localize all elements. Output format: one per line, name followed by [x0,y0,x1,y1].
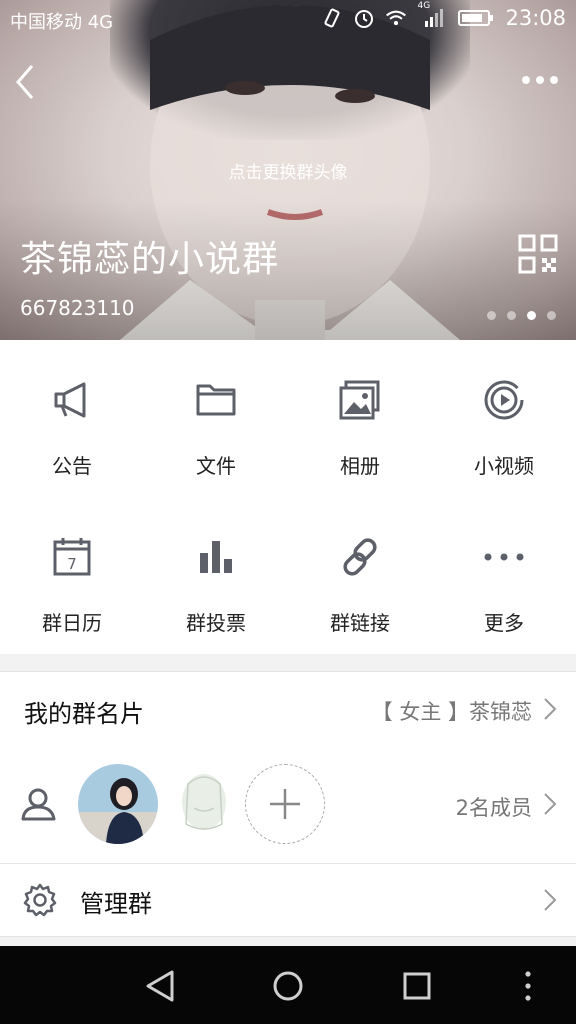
feature-short-video[interactable]: 小视频 [432,340,576,480]
system-navigation-bar [0,946,576,1024]
feature-label: 群链接 [330,611,390,635]
feature-label: 相册 [340,454,380,478]
vibrate-icon [321,7,343,29]
feature-group-vote[interactable]: 群投票 [144,497,288,637]
megaphone-icon [54,382,86,418]
carousel-dot-active [527,311,536,320]
feature-label: 更多 [484,611,524,635]
alarm-icon [353,7,375,29]
feature-label: 公告 [52,454,92,478]
recent-apps-icon[interactable] [399,968,435,1004]
menu-dots-icon[interactable] [510,968,546,1004]
change-group-avatar-link[interactable]: 点击更换群头像 [0,158,576,183]
home-circle-icon[interactable] [270,968,306,1004]
qr-code-icon[interactable] [518,234,558,274]
member-avatar[interactable] [78,764,158,844]
album-icon [339,380,380,420]
back-icon[interactable] [10,62,42,102]
feature-label: 群日历 [42,611,102,635]
my-group-card-value: 【 女主 】茶锦蕊 [371,700,532,724]
add-member-button[interactable] [245,764,325,844]
feature-album[interactable]: 相册 [288,340,432,480]
chevron-right-icon [544,698,557,720]
plus-icon [270,789,300,819]
my-group-card-title: 我的群名片 [24,700,144,728]
back-triangle-icon[interactable] [142,968,178,1004]
members-icon [21,788,56,821]
video-play-icon [484,380,524,420]
carousel-dot [487,311,496,320]
calendar-day: 7 [67,555,77,573]
feature-group-calendar[interactable]: 7 群日历 [0,497,144,637]
feature-label: 群投票 [186,611,246,635]
calendar-icon: 7 [53,538,91,576]
manage-group-title: 管理群 [80,890,152,918]
feature-announcement[interactable]: 公告 [0,340,144,480]
feature-label: 文件 [196,454,236,478]
chevron-right-icon [544,889,557,911]
wifi-icon [385,7,407,29]
chevron-right-icon [544,793,557,815]
carousel-dot [547,311,556,320]
member-avatar[interactable] [162,764,242,844]
my-group-card-row[interactable]: 我的群名片 【 女主 】茶锦蕊 [0,671,576,747]
feature-group-link[interactable]: 群链接 [288,497,432,637]
carrier-label: 中国移动 4G [10,12,114,33]
feature-more[interactable]: 更多 [432,497,576,637]
status-bar: 中国移动 4G 4G 23:08 [0,0,576,40]
link-icon [343,538,377,576]
members-row[interactable]: 2名成员 [0,746,576,864]
status-time: 23:08 [505,6,566,30]
signal-icon: 4G [417,1,447,29]
carousel-indicator [487,311,556,320]
group-id: 667823110 [20,296,135,320]
more-options-icon[interactable] [518,66,562,94]
member-count: 2名成员 [455,796,532,820]
feature-label: 小视频 [474,454,534,478]
feature-grid: 公告 文件 相册 小视频 7 群日历 群投票 群链接 更多 [0,340,576,654]
gear-icon [23,883,57,917]
manage-group-row[interactable]: 管理群 [0,864,576,937]
bar-chart-icon [200,541,232,573]
folder-icon [196,384,236,416]
battery-icon [457,7,495,29]
group-cover[interactable]: 中国移动 4G 4G 23:08 点击更换群头像 茶锦蕊的小说群 6678231… [0,0,576,340]
more-dots-icon [484,553,524,561]
feature-files[interactable]: 文件 [144,340,288,480]
network-type: 4G [417,1,431,11]
group-name: 茶锦蕊的小说群 [20,239,280,280]
carousel-dot [507,311,516,320]
